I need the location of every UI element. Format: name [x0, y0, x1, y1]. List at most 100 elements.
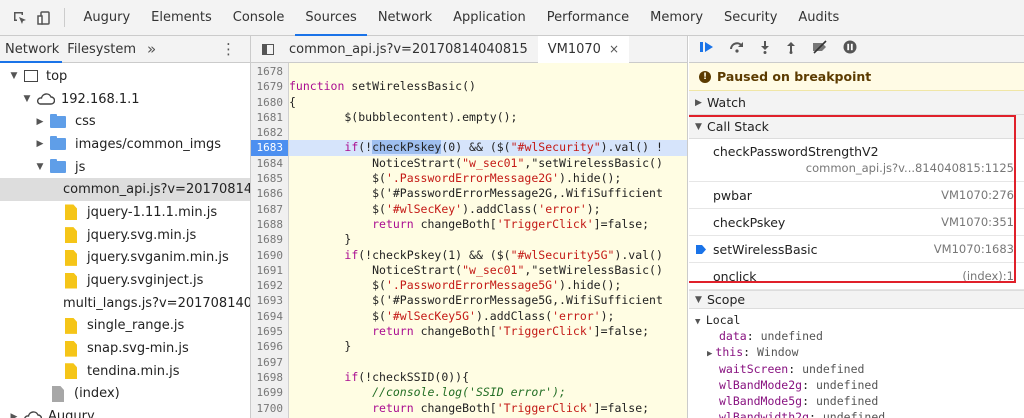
code-line[interactable]: function setWirelessBasic() — [289, 79, 687, 94]
line-number[interactable]: 1687 — [251, 202, 288, 217]
line-number[interactable]: 1692 — [251, 278, 288, 293]
line-number[interactable]: 1680 — [251, 95, 288, 110]
editor-tab-common-api[interactable]: common_api.js?v=20170814040815 — [285, 36, 538, 62]
code-line[interactable]: if(!checkSSID(0)){ — [289, 370, 687, 385]
line-number[interactable]: 1690 — [251, 248, 288, 263]
more-tabs-icon[interactable]: » — [139, 36, 164, 62]
resume-icon[interactable] — [699, 40, 715, 58]
step-out-icon[interactable] — [785, 40, 797, 58]
frame-location[interactable]: VM1070:351 — [941, 215, 1014, 229]
tree-item[interactable]: snap.svg-min.js — [0, 337, 250, 360]
scope-variable[interactable]: data: undefined — [689, 328, 1024, 344]
code-line[interactable]: return changeBoth['TriggerClick']=false; — [289, 217, 687, 232]
tab-application[interactable]: Application — [443, 0, 537, 35]
scope-variable[interactable]: wlBandMode2g: undefined — [689, 377, 1024, 393]
code-line[interactable]: NoticeStrart("w_sec01","setWirelessBasic… — [289, 263, 687, 278]
code-line[interactable]: $('#PasswordErrorMessage2G,.WifiSufficie… — [289, 186, 687, 201]
scope-variable[interactable]: wlBandwidth2g: undefined — [689, 409, 1024, 418]
call-stack-header[interactable]: ▼ Call Stack — [689, 115, 1024, 139]
call-frame[interactable]: setWirelessBasic VM1070:1683 — [689, 236, 1024, 263]
code-line[interactable]: $('.PasswordErrorMessage5G').hide(); — [289, 278, 687, 293]
tab-network[interactable]: Network — [0, 36, 63, 63]
close-tab-icon[interactable]: × — [609, 42, 619, 56]
line-number[interactable]: 1698 — [251, 370, 288, 385]
frame-location[interactable]: common_api.js?v...814040815:1125 — [713, 161, 1014, 175]
line-number[interactable]: 1696 — [251, 339, 288, 354]
call-frame[interactable]: pwbar VM1070:276 — [689, 182, 1024, 209]
line-number[interactable]: 1699 — [251, 385, 288, 400]
line-number[interactable]: 1685 — [251, 171, 288, 186]
code-line[interactable]: { — [289, 95, 687, 110]
tree-item[interactable]: ▼ 192.168.1.1 — [0, 88, 250, 111]
code-line[interactable]: $(bubblecontent).empty(); — [289, 110, 687, 125]
watch-section-header[interactable]: ▶ Watch — [689, 91, 1024, 115]
tree-item[interactable]: jquery-1.11.1.min.js — [0, 201, 250, 224]
frame-location[interactable]: (index):1 — [962, 269, 1014, 283]
device-toolbar-icon[interactable] — [32, 0, 56, 35]
deactivate-breakpoints-icon[interactable] — [811, 40, 829, 58]
tab-performance[interactable]: Performance — [536, 0, 639, 35]
code-line[interactable] — [289, 125, 687, 140]
line-number[interactable]: 1678 — [251, 64, 288, 79]
source-lines[interactable]: function setWirelessBasic(){ $(bubblecon… — [289, 63, 687, 418]
tree-item[interactable]: ▶ Augury — [0, 405, 250, 418]
expand-arrow-icon[interactable]: ▶ — [707, 349, 712, 359]
tab-security[interactable]: Security — [714, 0, 788, 35]
step-into-icon[interactable] — [759, 40, 771, 58]
navigator-menu-icon[interactable]: ⋮ — [221, 36, 250, 62]
line-number[interactable]: 1689 — [251, 232, 288, 247]
tree-item[interactable]: jquery.svg.min.js — [0, 224, 250, 247]
inspect-element-icon[interactable] — [8, 0, 32, 35]
editor-tab-vm1070[interactable]: VM1070 × — [537, 36, 630, 63]
toggle-navigator-icon[interactable] — [251, 36, 285, 62]
line-number-gutter[interactable]: 1678 1679 1680 1681 1682 1683 1684 1685 1686 1687… — [251, 63, 289, 418]
tab-audits[interactable]: Audits — [788, 0, 850, 35]
step-over-icon[interactable] — [729, 40, 745, 58]
code-line[interactable]: } — [289, 339, 687, 354]
code-line[interactable]: return changeBoth['TriggerClick']=false; — [289, 324, 687, 339]
tab-sources[interactable]: Sources — [294, 0, 368, 36]
line-number[interactable]: 1695 — [251, 324, 288, 339]
tree-item[interactable]: jquery.svginject.js — [0, 269, 250, 292]
tab-network[interactable]: Network — [367, 0, 442, 35]
line-number[interactable]: 1684 — [251, 156, 288, 171]
tree-item[interactable]: ▼ top — [0, 65, 250, 88]
scope-variable[interactable]: wlBandMode5g: undefined — [689, 393, 1024, 409]
line-number[interactable]: 1694 — [251, 309, 288, 324]
tree-item[interactable]: ▶ images/common_imgs — [0, 133, 250, 156]
code-line[interactable]: return changeBoth['TriggerClick']=false; — [289, 401, 687, 416]
scope-variable[interactable]: waitScreen: undefined — [689, 361, 1024, 377]
tree-item[interactable]: jquery.svganim.min.js — [0, 247, 250, 270]
tab-elements[interactable]: Elements — [141, 0, 223, 35]
line-number[interactable]: 1693 — [251, 293, 288, 308]
code-line[interactable]: $('#wlSecKey').addClass('error'); — [289, 202, 687, 217]
line-number[interactable]: 1686 — [251, 186, 288, 201]
line-number[interactable]: 1688 — [251, 217, 288, 232]
breakpoint-marker[interactable]: 1683 — [251, 140, 288, 156]
call-frame[interactable]: checkPasswordStrengthV2 common_api.js?v..… — [689, 139, 1024, 182]
code-line[interactable] — [289, 64, 687, 79]
line-number[interactable]: 1682 — [251, 125, 288, 140]
tab-filesystem[interactable]: Filesystem — [62, 36, 139, 62]
line-number[interactable]: 1681 — [251, 110, 288, 125]
code-line[interactable]: $('#wlSecKey5G').addClass('error'); — [289, 309, 687, 324]
frame-location[interactable]: VM1070:1683 — [934, 242, 1014, 256]
code-line[interactable]: $('.PasswordErrorMessage2G').hide(); — [289, 171, 687, 186]
code-line[interactable]: $('#PasswordErrorMessage5G,.WifiSufficie… — [289, 293, 687, 308]
code-line[interactable] — [289, 355, 687, 370]
call-frame[interactable]: checkPskey VM1070:351 — [689, 209, 1024, 236]
tab-console[interactable]: Console — [222, 0, 295, 35]
tree-item[interactable]: multi_langs.js?v=201708140404 — [0, 292, 250, 315]
line-number[interactable]: 1697 — [251, 355, 288, 370]
code-line[interactable]: if(!checkPskey(0) && ($("#wlSecurity").v… — [289, 140, 687, 156]
frame-location[interactable]: VM1070:276 — [941, 188, 1014, 202]
tree-item[interactable]: ▶ css — [0, 110, 250, 133]
code-line[interactable]: //console.log('SSID error'); — [289, 385, 687, 400]
pause-on-exceptions-icon[interactable] — [843, 40, 857, 58]
tab-augury[interactable]: Augury — [73, 0, 141, 35]
scope-section-header[interactable]: ▼ Scope — [689, 290, 1024, 309]
code-line[interactable]: NoticeStrart("w_sec01","setWirelessBasic… — [289, 156, 687, 171]
line-number[interactable]: 1700 — [251, 401, 288, 416]
code-line[interactable]: } — [289, 232, 687, 247]
code-line[interactable]: if(!checkPskey(1) && ($("#wlSecurity5G")… — [289, 248, 687, 263]
